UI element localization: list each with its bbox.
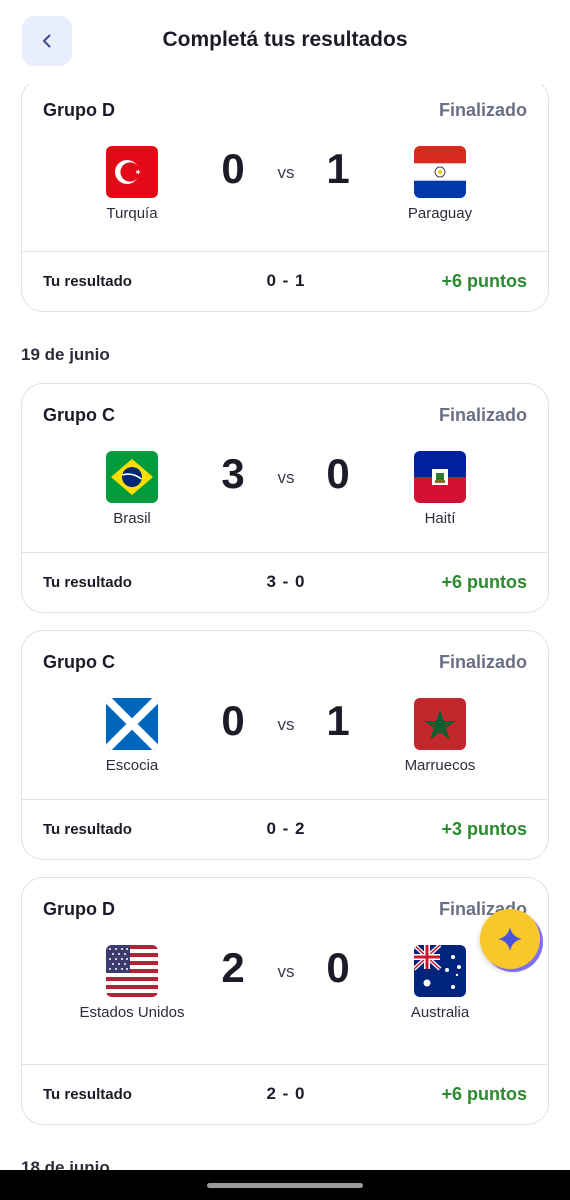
vs-label: vs xyxy=(277,715,295,734)
morocco-flag-icon xyxy=(414,698,466,750)
home-team-name: Brasil xyxy=(113,510,151,527)
card-divider xyxy=(22,1064,548,1065)
sparkle-button[interactable] xyxy=(480,909,540,969)
home-team: Turquía xyxy=(77,146,187,223)
turkey-flag-icon xyxy=(106,146,158,198)
home-team: Escocia xyxy=(77,698,187,775)
home-team: Estados Unidos xyxy=(77,945,187,1022)
home-score: 0 xyxy=(221,697,245,744)
group-label: Grupo C xyxy=(43,405,115,425)
your-result-label: Tu resultado xyxy=(43,821,132,838)
matches-scroll-area[interactable]: Grupo D Finalizado Turquía 0 vs 1 Paragu… xyxy=(0,0,570,1175)
away-score: 1 xyxy=(326,145,350,192)
haiti-flag-icon xyxy=(414,451,466,503)
match-status: Finalizado xyxy=(438,100,527,120)
card-divider xyxy=(22,251,548,252)
page-title: Completá tus resultados xyxy=(162,28,408,51)
home-score: 3 xyxy=(221,450,245,497)
home-team-name: Estados Unidos xyxy=(79,1004,185,1021)
away-team-name: Australia xyxy=(410,1004,470,1021)
group-label: Grupo C xyxy=(43,652,115,672)
your-result-label: Tu resultado xyxy=(43,574,132,591)
match-status: Finalizado xyxy=(438,652,527,672)
vs-label: vs xyxy=(277,163,295,182)
your-result-label: Tu resultado xyxy=(43,273,132,290)
group-label: Grupo D xyxy=(43,100,115,120)
home-team-name: Escocia xyxy=(105,757,159,774)
vs-label: vs xyxy=(277,962,295,981)
away-team: Haití xyxy=(385,451,495,528)
top-bar: Completá tus resultados xyxy=(0,0,570,84)
points-earned: +6 puntos xyxy=(441,572,527,592)
card-divider xyxy=(22,799,548,800)
away-score: 0 xyxy=(326,944,350,991)
system-navigation-bar xyxy=(0,1170,570,1200)
sparkle-icon xyxy=(498,927,522,951)
card-divider xyxy=(22,552,548,553)
your-result-score: 2 - 0 xyxy=(266,1084,306,1103)
home-score: 0 xyxy=(221,145,245,192)
paraguay-flag-icon xyxy=(414,146,466,198)
away-score: 1 xyxy=(326,697,350,744)
points-earned: +3 puntos xyxy=(441,819,527,839)
points-earned: +6 puntos xyxy=(441,271,527,291)
home-score: 2 xyxy=(221,944,245,991)
match-card[interactable]: Grupo C Finalizado Brasil 3 vs 0 Haití T… xyxy=(21,383,549,613)
your-result-score: 3 - 0 xyxy=(266,572,306,591)
australia-flag-icon xyxy=(414,945,466,997)
away-team-name: Marruecos xyxy=(404,757,476,774)
match-card[interactable]: Grupo D Finalizado Estados Unidos 2 vs 0… xyxy=(21,877,549,1125)
home-team-name: Turquía xyxy=(106,205,158,222)
scotland-flag-icon xyxy=(106,698,158,750)
brazil-flag-icon xyxy=(106,451,158,503)
home-gesture-handle[interactable] xyxy=(207,1183,363,1188)
away-team-name: Haití xyxy=(424,510,456,527)
group-label: Grupo D xyxy=(43,899,115,919)
your-result-score: 0 - 1 xyxy=(266,271,306,290)
usa-flag-icon xyxy=(106,945,158,997)
away-team: Paraguay xyxy=(385,146,495,223)
points-earned: +6 puntos xyxy=(441,1084,527,1104)
match-status: Finalizado xyxy=(438,405,527,425)
match-card[interactable]: Grupo C Finalizado Escocia 0 vs 1 Marrue… xyxy=(21,630,549,860)
match-card[interactable]: Grupo D Finalizado Turquía 0 vs 1 Paragu… xyxy=(21,78,549,312)
away-score: 0 xyxy=(326,450,350,497)
home-team: Brasil xyxy=(77,451,187,528)
away-team: Marruecos xyxy=(385,698,495,775)
your-result-label: Tu resultado xyxy=(43,1086,132,1103)
date-header: 19 de junio xyxy=(21,345,110,364)
vs-label: vs xyxy=(277,468,295,487)
your-result-score: 0 - 2 xyxy=(266,819,306,838)
away-team-name: Paraguay xyxy=(407,205,473,222)
away-team: Australia xyxy=(385,945,495,1022)
